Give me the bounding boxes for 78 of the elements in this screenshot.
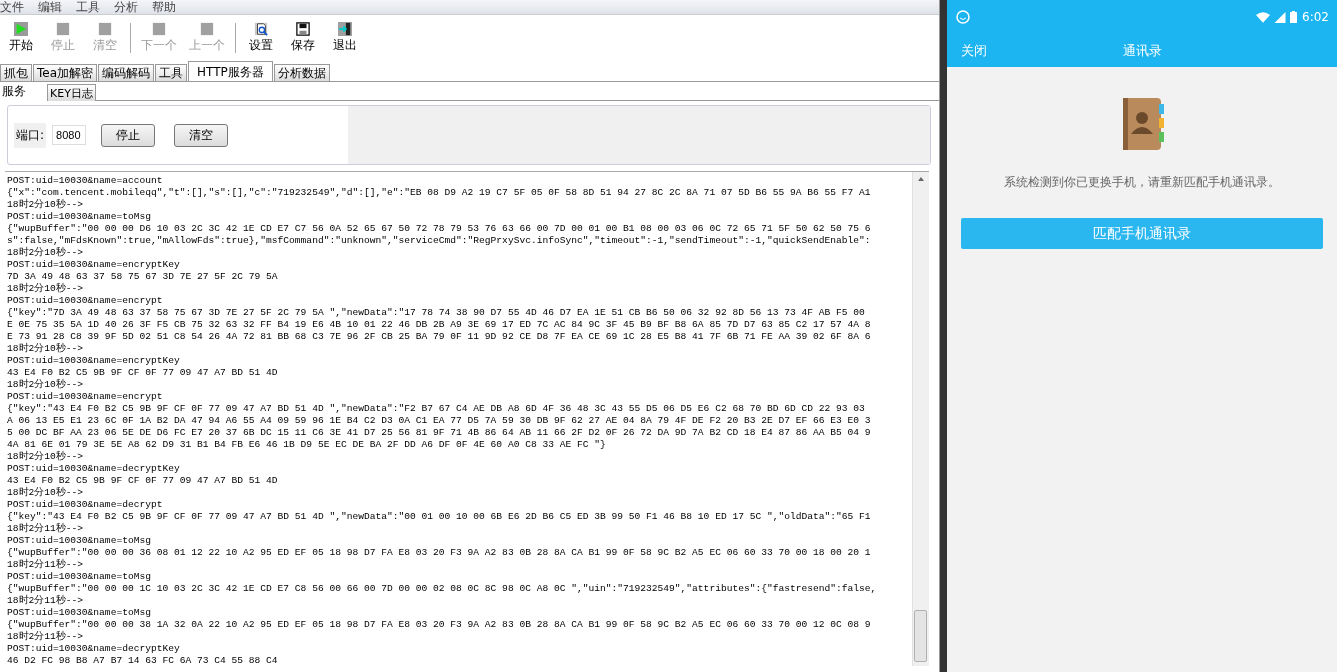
- tab[interactable]: Tea加解密: [33, 64, 98, 81]
- log-line: POST:uid=10030&name=toMsg: [7, 211, 152, 223]
- tab[interactable]: 工具: [155, 64, 188, 81]
- log-line: POST:uid=10030&name=toMsg: [7, 571, 152, 583]
- log-line: {"x":"com.tencent.mobileqq","t":[],"s":[],"c":"719232549","d":[],"e":"EB 08 D9 A2 19 C7 5F 05 0F 58 8D 51 94 27 8C 2C 8A 71 07 5D B6 55 9A B6 55 F7 A1: [7, 187, 872, 199]
- log-line: 5 00 DC BF AA 23 06 5E DE D6 FC E7 20 37 6B DC 15 11 C6 3E 41 D7 25 56 81 9F 71 4B 86 64 AB 11 66 2F D2 0F 26 72 DA 9D 7A B2 CD 18 E4 87 86 AA B5 04 9: [7, 427, 872, 439]
- log-line: 43 E4 F0 B2 C5 9B 9F CF 0F 77 09 47 A7 BD 51 4D: [7, 475, 279, 487]
- log-line: 18时2分10秒-->: [7, 379, 85, 391]
- log-line: POST:uid=10030&name=account: [7, 175, 164, 187]
- notice-text: 系统检测到你已更换手机，请重新匹配手机通讯录。: [1004, 175, 1280, 190]
- log-line: E 73 91 28 C8 39 9F 5D 02 51 C8 54 26 4A 72 81 BB 68 C3 7E 96 2F CB 25 BA 79 0F 11 9D 92 CE D8 7F EA CE 69 1C 28 E5 B8 41 7F 6B 71 FE AA 39 02 6F 8A 6: [7, 331, 872, 343]
- wifi-icon: [1256, 11, 1271, 23]
- log-line: A 06 13 E5 E1 23 6C 0F 1A B2 DA 47 94 A6 55 A4 09 59 96 1E B4 C2 D3 0A C1 EA 77 D5 7A 59 30 DB 9F 62 27 AE 04 8A 79 4F DE F2 20 B3 2E D7 EF 66 E3 E0 3: [7, 415, 872, 427]
- log-line: 7D 3A 49 48 63 37 58 75 67 3D 7E 27 5F 2C 79 5A: [7, 271, 279, 283]
- placeholder-icon: [200, 22, 214, 36]
- log-line: 18时2分10秒-->: [7, 199, 85, 211]
- log-line: 18时2分10秒-->: [7, 487, 85, 499]
- scrollbar[interactable]: [912, 172, 929, 666]
- save-icon: [296, 22, 310, 36]
- tab[interactable]: 抓包: [0, 64, 32, 81]
- log-line: {"wupBuffer":"00 00 00 D6 10 03 2C 3C 42 1E CD E7 C7 56 0A 52 65 67 50 72 78 79 53 76 63 66 00 7D 00 01 00 B1 08 00 03 06 0C 72 65 71 5F 50 62 50 75 6: [7, 223, 872, 235]
- log-line: POST:uid=10030&name=decrypt: [7, 499, 164, 511]
- log-line: POST:uid=10030&name=encrypt: [7, 295, 164, 307]
- menu-item[interactable]: 工具: [76, 0, 110, 14]
- log-line: 4A 81 6E 01 79 3E 5E A8 62 D9 31 B1 B4 FB E6 46 1B D9 5E EC DE BA 2F DD A6 DF 0F 4E 60 A0 C8 33 AE FC "}: [7, 439, 607, 451]
- log-line: 18时2分10秒-->: [7, 247, 85, 259]
- menu-item[interactable]: 编辑: [38, 0, 72, 14]
- log-line: {"key":"7D 3A 49 48 63 37 58 75 67 3D 7E 27 5F 2C 79 5A ","newData":"17 78 74 38 90 D7 55 4D 46 D7 EA 1E 51 CB B6 50 06 32 92 8D 56 13 73 4F AB F5 00: [7, 307, 866, 319]
- log-line: 18时2分11秒-->: [7, 631, 85, 643]
- placeholder-icon: [56, 22, 70, 36]
- tab[interactable]: 编码解码: [98, 64, 155, 81]
- play-icon: [14, 22, 28, 36]
- scroll-thumb[interactable]: [914, 610, 927, 662]
- log-line: {"wupBuffer":"00 00 00 1C 10 03 2C 3C 42 1E CD E7 C8 56 00 66 00 7D 00 00 02 08 0C 8C 98 0C A8 0C ","uin":"719232549","attributes":{"fastresend":false,: [7, 583, 878, 595]
- log-line: E 0E 75 35 5A 1D 40 26 3F F5 CB 75 32 63 32 FF B4 19 E6 4B 10 01 22 46 DB 2B A9 3E 69 17 ED 7C AC 84 9C 3F 45 B9 BF B8 6A 85 7D D7 63 85 C2 17 57 4A 8: [7, 319, 872, 331]
- log-line: POST:uid=10030&name=toMsg: [7, 535, 152, 547]
- battery-icon: [1290, 11, 1298, 23]
- log-line: 18时2分10秒-->: [7, 451, 85, 463]
- tab[interactable]: HTTP服务器: [188, 61, 273, 81]
- settings-icon: [254, 22, 268, 36]
- exit-icon: [338, 22, 352, 36]
- clock-time: 6:02: [1302, 10, 1329, 24]
- log-line: POST:uid=10030&name=decryptKey: [7, 643, 181, 655]
- placeholder-icon: [152, 22, 166, 36]
- log-line: 18时2分11秒-->: [7, 595, 85, 607]
- log-line: 18时2分11秒-->: [7, 523, 85, 535]
- page-title: 通讯录: [1121, 41, 1163, 60]
- panel-button[interactable]: 停止: [101, 123, 156, 147]
- signal-icon: [1273, 11, 1288, 23]
- toolbar-button[interactable]: 设置: [240, 22, 282, 54]
- log-line: 18时2分10秒-->: [7, 343, 85, 355]
- panel-button[interactable]: 清空: [174, 123, 229, 147]
- log-line: 18时2分10秒-->: [7, 283, 85, 295]
- log-line: 43 E4 F0 B2 C5 9B 9F CF 0F 77 09 47 A7 BD 51 4D: [7, 367, 279, 379]
- log-line: POST:uid=10030&name=encrypt: [7, 391, 164, 403]
- toolbar-button[interactable]: 保存: [282, 22, 324, 54]
- toolbar-button[interactable]: 开始: [0, 22, 42, 54]
- port-label: 端口:: [14, 122, 47, 148]
- placeholder-icon: [98, 22, 112, 36]
- log-line: s":false,"mFdsKnown":true,"mAllowFds":true},"msfCommand":"unknown","serviceCmd":"RegPrxySvc.infoSync","timeout":-1,"sendTimeout":-1,"quickSendEnable":: [7, 235, 872, 247]
- log-line: POST:uid=10030&name=encryptKey: [7, 259, 181, 271]
- port-field[interactable]: 8080: [52, 125, 87, 145]
- menu-item[interactable]: 文件: [0, 0, 34, 14]
- log-line: POST:uid=10030&name=toMsg: [7, 607, 152, 619]
- log-line: {"key":"43 E4 F0 B2 C5 9B 9F CF 0F 77 09 47 A7 BD 51 4D ","newData":"F2 B7 67 C4 AE DB A8 6D 4F 36 48 3C 43 55 D5 06 D5 E6 C2 68 70 BD 6D CD 22 93 03: [7, 403, 866, 415]
- log-line: {"wupBuffer":"00 00 00 36 08 01 12 22 10 A2 95 ED EF 05 18 98 D7 FA E8 03 20 F3 9A A2 83 0B 28 8A CA B1 99 0F 58 9C B2 A5 EC 06 60 33 70 00 18 00 20 1: [7, 547, 872, 559]
- menu-item[interactable]: 帮助: [152, 0, 186, 14]
- log-line: 18时2分11秒-->: [7, 559, 85, 571]
- log-line: POST:uid=10030&name=decryptKey: [7, 463, 181, 475]
- menu-item[interactable]: 分析: [114, 0, 148, 14]
- log-line: {"wupBuffer":"00 00 00 38 1A 32 0A 22 10 A2 95 ED EF 05 18 98 D7 FA E8 03 20 F3 9A A2 83 0B 28 8A CA B1 99 0F 58 9C B2 A5 EC 06 60 33 70 00 12 0C 08 9: [7, 619, 872, 631]
- log-line: {"key":"43 E4 F0 B2 C5 9B 9F CF 0F 77 09 47 A7 BD 51 4D ","newData":"00 01 00 10 00 6B E6 2D B6 C5 ED 3B 99 50 F1 46 B8 10 ED 17 5C ","oldData":"65 F1: [7, 511, 872, 523]
- toolbar-button[interactable]: 退出: [324, 22, 366, 54]
- app-icon: [956, 10, 970, 24]
- tab[interactable]: KEY日志: [47, 84, 96, 101]
- tab[interactable]: 分析数据: [273, 64, 330, 81]
- log-line: 46 D2 FC 98 B8 A7 B7 14 63 FC 6A 73 C4 55 88 C4: [7, 655, 279, 666]
- log-line: POST:uid=10030&name=encryptKey: [7, 355, 181, 367]
